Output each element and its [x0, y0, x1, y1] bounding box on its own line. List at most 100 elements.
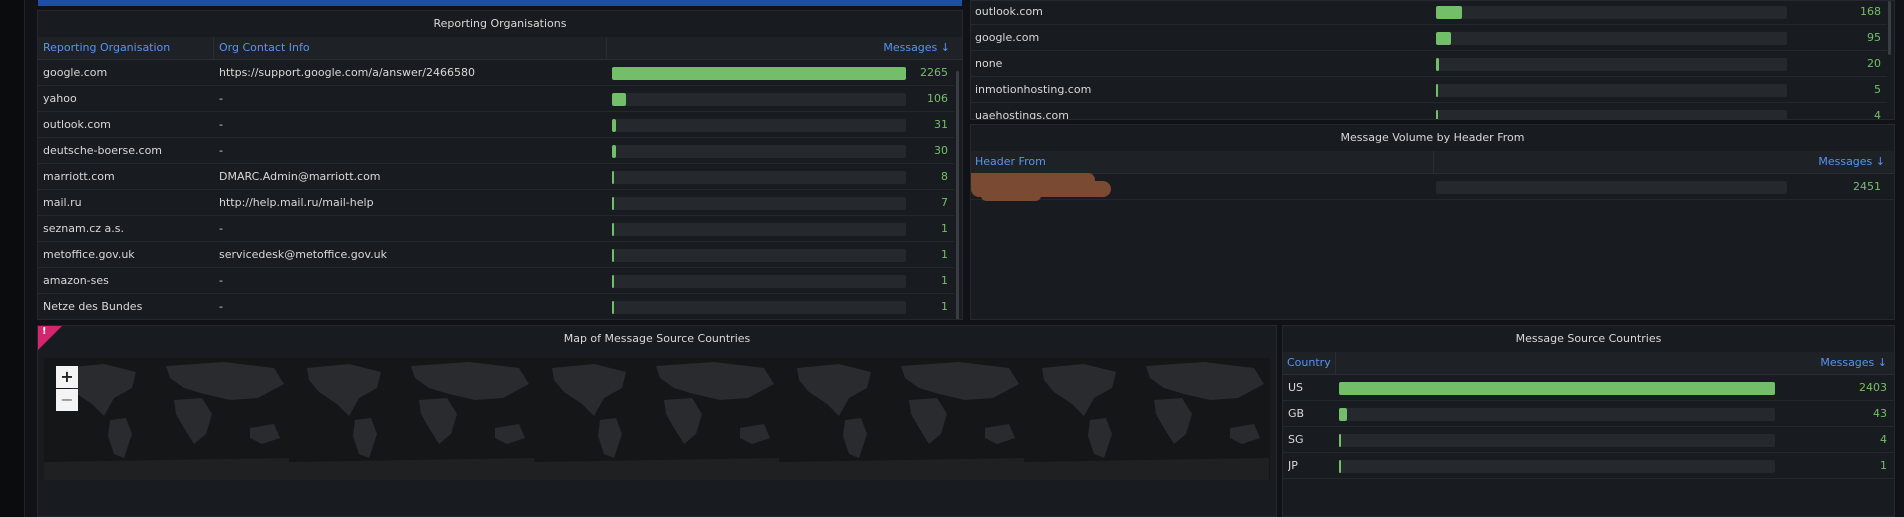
table-body: US 2403 GB 43 SG 4 JP 1: [1283, 375, 1894, 485]
messages-count: 2403: [1859, 381, 1887, 394]
bar-gauge-fill: [612, 223, 614, 236]
bar-gauge: [1436, 6, 1787, 19]
country-code: GB: [1288, 407, 1305, 420]
bar-gauge-fill: [612, 275, 614, 288]
bar-gauge: [612, 93, 906, 106]
messages-count: 1: [1880, 459, 1887, 472]
org-name: Netze des Bundes: [43, 300, 143, 313]
messages-count: 31: [934, 118, 948, 131]
table-row: metoffice.gov.uk servicedesk@metoffice.go…: [38, 242, 954, 268]
column-header-reporting-organisation[interactable]: Reporting Organisation: [43, 37, 213, 59]
bar-gauge-fill: [612, 249, 614, 262]
panel-title: Message Volume by Header From: [1340, 131, 1525, 144]
bar-gauge-fill: [1436, 32, 1451, 45]
messages-count: 1: [941, 300, 948, 313]
column-header-org-contact-info[interactable]: Org Contact Info: [219, 37, 599, 59]
bar-gauge-fill: [1436, 58, 1439, 71]
bar-gauge: [1436, 110, 1787, 119]
bar-gauge-fill: [612, 67, 906, 80]
bar-gauge: [612, 67, 906, 80]
bar-gauge: [1436, 58, 1787, 71]
redaction-mark: [981, 191, 1041, 201]
column-header-country[interactable]: Country: [1287, 352, 1332, 374]
country-code: SG: [1288, 433, 1304, 446]
column-header-messages[interactable]: Messages ↓: [608, 37, 950, 59]
org-name: metoffice.gov.uk: [43, 248, 135, 261]
bar-gauge-fill: [612, 145, 616, 158]
country-code: US: [1288, 381, 1304, 394]
bar-gauge: [1339, 460, 1775, 473]
top-accent-strip: [38, 0, 962, 6]
bar-gauge: [612, 171, 906, 184]
warning-flag[interactable]: !: [38, 326, 62, 350]
domain-name: uaehostings.com: [975, 109, 1069, 120]
bar-gauge-fill: [1339, 382, 1775, 395]
bar-gauge: [1436, 181, 1787, 194]
zoom-in-button[interactable]: +: [56, 366, 78, 388]
zoom-out-button[interactable]: −: [56, 389, 78, 411]
bar-gauge: [612, 119, 906, 132]
column-divider: [1335, 352, 1336, 374]
bar-gauge: [1339, 434, 1775, 447]
bar-gauge-fill: [1436, 84, 1438, 97]
messages-count: 1: [941, 222, 948, 235]
org-contact: https://support.google.com/a/answer/2466…: [219, 66, 475, 79]
org-contact: -: [219, 118, 223, 131]
column-header-messages[interactable]: Messages ↓: [1337, 352, 1887, 374]
messages-count: 95: [1867, 31, 1881, 44]
column-divider: [213, 37, 214, 59]
table-row: GB 43: [1283, 401, 1894, 427]
domain-name: inmotionhosting.com: [975, 83, 1092, 96]
table-row: deutsche-boerse.com - 30: [38, 138, 954, 164]
table-row: uaehostings.com 4: [971, 103, 1887, 120]
column-divider: [606, 37, 607, 59]
messages-count: 1: [941, 248, 948, 261]
bar-gauge-fill: [612, 301, 614, 314]
table-row: seznam.cz a.s. - 1: [38, 216, 954, 242]
panel-title: Reporting Organisations: [433, 17, 567, 30]
source-countries-panel: Message Source Countries Country Message…: [1282, 325, 1895, 517]
reporting-organisations-panel: Reporting Organisations Reporting Organi…: [37, 10, 963, 320]
messages-count: 4: [1874, 109, 1881, 120]
domain-name: none: [975, 57, 1003, 70]
bar-gauge: [612, 249, 906, 262]
domain-name: google.com: [975, 31, 1040, 44]
bar-gauge-fill: [612, 197, 614, 210]
messages-count: 43: [1873, 407, 1887, 420]
column-header-messages[interactable]: Messages ↓: [1435, 151, 1885, 173]
panel-title: Map of Message Source Countries: [563, 332, 751, 345]
bar-gauge-fill: [1339, 408, 1347, 421]
org-name: amazon-ses: [43, 274, 109, 287]
column-header-header-from[interactable]: Header From: [975, 151, 1375, 173]
table-row: marriott.com DMARC.Admin@marriott.com 8: [38, 164, 954, 190]
bar-gauge: [1339, 408, 1775, 421]
messages-count: 106: [927, 92, 948, 105]
org-contact: -: [219, 274, 223, 287]
bar-gauge: [1436, 84, 1787, 97]
bar-gauge: [612, 223, 906, 236]
panel-title: Message Source Countries: [1515, 332, 1662, 345]
org-name: outlook.com: [43, 118, 111, 131]
messages-count: 168: [1860, 5, 1881, 18]
table-row: inmotionhosting.com 5: [971, 77, 1887, 103]
table-row: Netze des Bundes - 1: [38, 294, 954, 319]
bar-gauge-fill: [612, 93, 626, 106]
messages-count: 8: [941, 170, 948, 183]
bar-gauge-fill: [1339, 434, 1341, 447]
table-body: outlook.com 168 google.com 95 none 20 inmotion…: [971, 1, 1894, 120]
bar-gauge-fill: [1436, 6, 1462, 19]
vertical-scrollbar[interactable]: [956, 71, 959, 319]
vertical-scrollbar[interactable]: [1888, 1, 1891, 55]
world-map[interactable]: + −: [44, 358, 1270, 480]
map-panel: ! Map of Message Source Countries + −: [37, 325, 1277, 517]
messages-count: 1: [941, 274, 948, 287]
messages-count: 2451: [1853, 180, 1881, 193]
bar-gauge: [612, 301, 906, 314]
table-row: outlook.com 168: [971, 1, 1887, 25]
table-row: yahoo - 106: [38, 86, 954, 112]
bar-gauge: [612, 197, 906, 210]
column-divider: [1433, 151, 1434, 173]
messages-count: 2265: [920, 66, 948, 79]
table-row: google.com https://support.google.com/a/a…: [38, 60, 954, 86]
org-name: yahoo: [43, 92, 77, 105]
